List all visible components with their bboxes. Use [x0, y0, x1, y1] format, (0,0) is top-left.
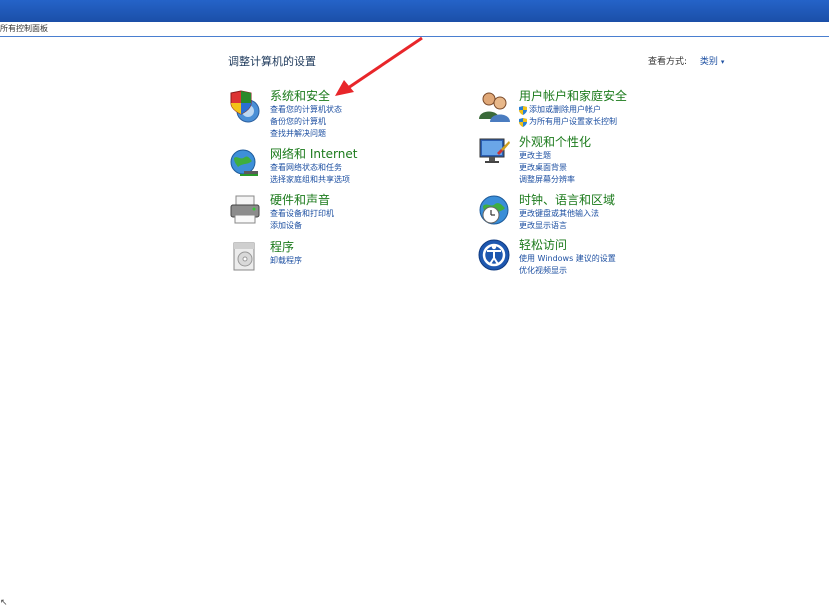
- link-uninstall-program[interactable]: 卸载程序: [270, 255, 302, 267]
- view-by: 查看方式: 类别 ▾: [648, 54, 724, 67]
- category-network-internet: 网络和 Internet 查看网络状态和任务 选择家庭组和共享选项: [228, 147, 357, 186]
- category-title[interactable]: 硬件和声音: [270, 193, 334, 207]
- ease-of-access-icon[interactable]: [477, 238, 511, 272]
- link-change-theme[interactable]: 更改主题: [519, 150, 591, 162]
- link-display-language[interactable]: 更改显示语言: [519, 220, 615, 232]
- address-bar[interactable]: 所有控制面板: [0, 22, 829, 37]
- link-desktop-background[interactable]: 更改桌面背景: [519, 162, 591, 174]
- system-security-icon[interactable]: [228, 89, 262, 123]
- category-title[interactable]: 系统和安全: [270, 89, 342, 103]
- hardware-sound-icon[interactable]: [228, 193, 262, 227]
- category-appearance: 外观和个性化 更改主题 更改桌面背景 调整屏幕分辨率: [477, 135, 591, 186]
- link-text[interactable]: 为所有用户设置家长控制: [529, 116, 617, 128]
- category-title[interactable]: 时钟、语言和区域: [519, 193, 615, 207]
- category-title[interactable]: 用户帐户和家庭安全: [519, 89, 627, 103]
- link-network-status[interactable]: 查看网络状态和任务: [270, 162, 357, 174]
- link-add-remove-accounts[interactable]: 添加或删除用户帐户: [519, 104, 627, 116]
- category-system-security: 系统和安全 查看您的计算机状态 备份您的计算机 查找并解决问题: [228, 89, 342, 140]
- link-homegroup-sharing[interactable]: 选择家庭组和共享选项: [270, 174, 357, 186]
- address-text: 所有控制面板: [0, 24, 48, 33]
- category-title[interactable]: 轻松访问: [519, 238, 616, 252]
- page-title: 调整计算机的设置: [228, 55, 316, 68]
- link-view-computer-status[interactable]: 查看您的计算机状态: [270, 104, 342, 116]
- link-optimize-display[interactable]: 优化视频显示: [519, 265, 616, 277]
- mouse-cursor-icon: ↖: [0, 598, 8, 608]
- user-accounts-icon[interactable]: [477, 89, 511, 123]
- category-title[interactable]: 程序: [270, 240, 302, 254]
- category-title[interactable]: 外观和个性化: [519, 135, 591, 149]
- link-add-device[interactable]: 添加设备: [270, 220, 334, 232]
- link-parental-controls[interactable]: 为所有用户设置家长控制: [519, 116, 627, 128]
- uac-shield-icon: [519, 117, 527, 127]
- category-user-accounts: 用户帐户和家庭安全 添加或删除用户帐户 为所有用户设置家长控制: [477, 89, 627, 128]
- category-title[interactable]: 网络和 Internet: [270, 147, 357, 161]
- annotation-arrow-icon: [335, 36, 423, 96]
- window-title-bar: [0, 0, 829, 22]
- category-hardware-sound: 硬件和声音 查看设备和打印机 添加设备: [228, 193, 334, 232]
- link-recommended-settings[interactable]: 使用 Windows 建议的设置: [519, 253, 616, 265]
- link-devices-printers[interactable]: 查看设备和打印机: [270, 208, 334, 220]
- link-text[interactable]: 添加或删除用户帐户: [529, 104, 601, 116]
- link-troubleshoot[interactable]: 查找并解决问题: [270, 128, 342, 140]
- view-by-dropdown[interactable]: 类别: [700, 57, 718, 67]
- clock-language-icon[interactable]: [477, 193, 511, 227]
- chevron-down-icon[interactable]: ▾: [721, 58, 725, 66]
- link-change-keyboard[interactable]: 更改键盘或其他输入法: [519, 208, 615, 220]
- category-programs: 程序 卸载程序: [228, 240, 302, 274]
- uac-shield-icon: [519, 105, 527, 115]
- category-ease-of-access: 轻松访问 使用 Windows 建议的设置 优化视频显示: [477, 238, 616, 277]
- link-backup-computer[interactable]: 备份您的计算机: [270, 116, 342, 128]
- view-by-label: 查看方式:: [648, 57, 688, 67]
- category-clock-language: 时钟、语言和区域 更改键盘或其他输入法 更改显示语言: [477, 193, 615, 232]
- network-internet-icon[interactable]: [228, 147, 262, 181]
- appearance-icon[interactable]: [477, 135, 511, 169]
- programs-icon[interactable]: [228, 240, 262, 274]
- link-screen-resolution[interactable]: 调整屏幕分辨率: [519, 174, 591, 186]
